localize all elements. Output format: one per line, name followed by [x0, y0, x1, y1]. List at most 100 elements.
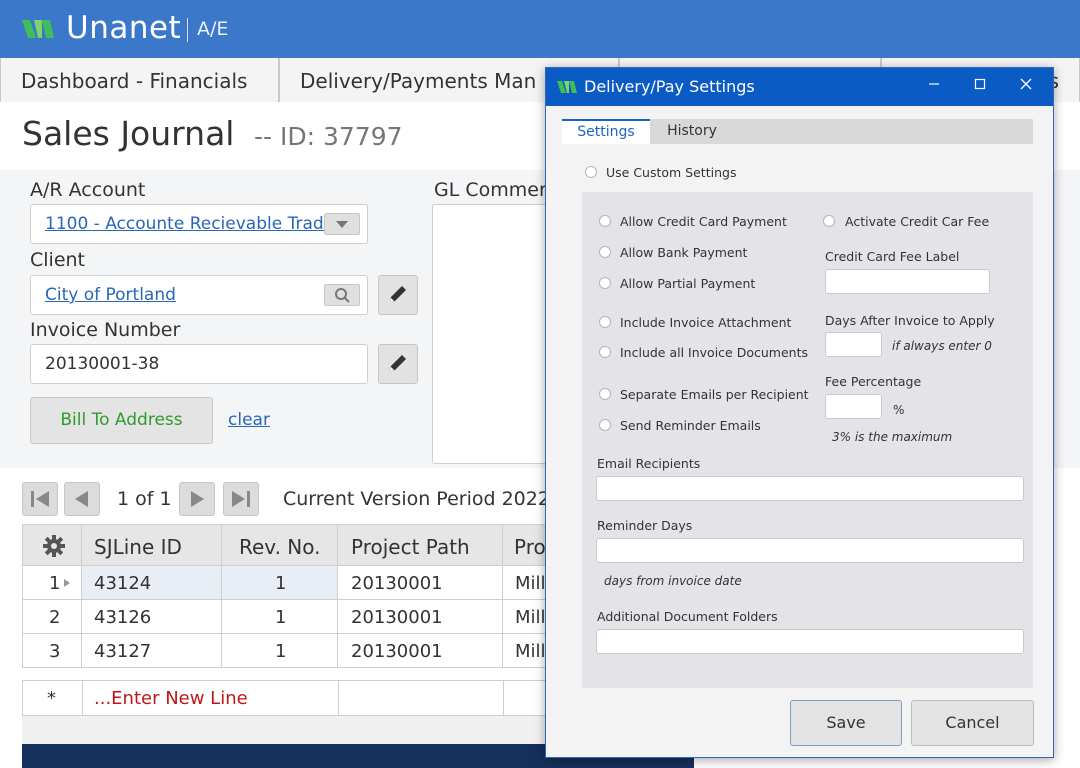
minimize-icon	[929, 83, 939, 85]
row-number: 2	[49, 607, 61, 628]
client-label: Client	[30, 249, 86, 271]
pro-cell: Mill	[515, 607, 546, 628]
include-invoice-attachment-label: Include Invoice Attachment	[620, 315, 792, 330]
page-count: 1 of 1	[117, 488, 172, 510]
column-header-project-path[interactable]: Project Path	[351, 535, 470, 559]
fee-percentage-input[interactable]	[825, 394, 882, 419]
grid-divider	[81, 524, 82, 668]
column-header-rev-no[interactable]: Rev. No.	[239, 535, 321, 559]
separate-emails-checkbox[interactable]	[599, 388, 611, 400]
first-page-button[interactable]	[22, 482, 58, 516]
delivery-pay-settings-dialog: Delivery/Pay Settings Settings History U…	[545, 67, 1054, 758]
clear-link[interactable]: clear	[228, 410, 270, 430]
sales-journal-grid: SJLine ID Rev. No. Project Path Pro 1 43…	[22, 524, 546, 668]
additional-folders-input[interactable]	[596, 629, 1024, 654]
fee-percentage-label: Fee Percentage	[825, 374, 922, 389]
include-all-documents-label: Include all Invoice Documents	[620, 345, 808, 360]
send-reminder-emails-checkbox[interactable]	[599, 419, 611, 431]
ar-account-label: A/R Account	[30, 179, 146, 201]
invoice-edit-button[interactable]	[378, 344, 418, 384]
invoice-number-field[interactable]: 20130001-38	[30, 344, 368, 384]
prev-page-button[interactable]	[64, 482, 100, 516]
next-page-button[interactable]	[179, 482, 215, 516]
email-recipients-input[interactable]	[596, 476, 1024, 501]
tab-history[interactable]: History	[650, 119, 734, 144]
sjline-id-cell: 43127	[94, 641, 152, 662]
new-line-marker: *	[47, 688, 56, 709]
tab-settings[interactable]: Settings	[562, 119, 650, 144]
include-all-documents-checkbox[interactable]	[599, 346, 611, 358]
grid-divider	[503, 681, 504, 715]
gl-comments-field[interactable]	[432, 204, 562, 464]
sjline-id-cell: 43124	[94, 573, 152, 594]
bill-to-address-button[interactable]: Bill To Address	[30, 397, 213, 444]
tab-dashboard-financials[interactable]: Dashboard - Financials	[0, 58, 279, 102]
app-header: Unanet A/E	[0, 0, 1080, 58]
unanet-logo-icon	[22, 20, 54, 38]
unanet-logo-icon	[557, 81, 577, 93]
brand-name: Unanet	[66, 10, 182, 46]
allow-bank-payment-checkbox[interactable]	[599, 246, 611, 258]
rev-no-cell: 1	[275, 607, 287, 628]
maximize-button[interactable]	[968, 76, 992, 98]
search-icon	[335, 288, 350, 303]
column-header-pro[interactable]: Pro	[514, 535, 546, 559]
grid-divider	[221, 524, 222, 668]
invoice-number-label: Invoice Number	[30, 319, 181, 341]
client-value[interactable]: City of Portland	[45, 285, 176, 305]
pro-cell: Mill	[515, 641, 546, 662]
table-row[interactable]: 2 43126 1 20130001 Mill	[22, 600, 546, 634]
activate-fee-checkbox[interactable]	[823, 215, 835, 227]
last-page-button[interactable]	[223, 482, 259, 516]
dialog-titlebar[interactable]: Delivery/Pay Settings	[546, 68, 1053, 106]
cancel-button[interactable]: Cancel	[911, 700, 1034, 746]
client-edit-button[interactable]	[378, 275, 418, 315]
client-field[interactable]: City of Portland	[30, 275, 368, 315]
next-page-icon	[191, 491, 204, 507]
row-number: 1	[49, 573, 61, 594]
separate-emails-label: Separate Emails per Recipient	[620, 387, 809, 402]
grid-divider	[82, 681, 83, 715]
gear-icon[interactable]	[42, 534, 66, 558]
ar-account-value[interactable]: 1100 - Accounte Recievable Trade	[45, 214, 334, 234]
grid-divider	[337, 524, 338, 668]
ar-account-dropdown[interactable]	[324, 213, 360, 235]
client-search-button[interactable]	[324, 284, 360, 306]
table-row[interactable]: 1 43124 1 20130001 Mill	[22, 566, 546, 600]
grid-divider	[338, 681, 339, 715]
allow-partial-payment-label: Allow Partial Payment	[620, 276, 756, 291]
first-page-icon	[31, 491, 49, 507]
days-after-input[interactable]	[825, 332, 882, 357]
save-button[interactable]: Save	[790, 700, 902, 746]
days-after-label: Days After Invoice to Apply	[825, 313, 995, 328]
minimize-button[interactable]	[922, 76, 946, 98]
prev-page-icon	[75, 491, 88, 507]
pencil-icon	[390, 286, 406, 302]
fee-label-input[interactable]	[825, 269, 990, 294]
grid-footer-strip	[22, 716, 546, 744]
allow-credit-card-checkbox[interactable]	[599, 215, 611, 227]
additional-folders-label: Additional Document Folders	[597, 609, 778, 624]
fee-label-title: Credit Card Fee Label	[825, 249, 960, 264]
allow-credit-card-label: Allow Credit Card Payment	[620, 214, 787, 229]
reminder-days-hint: days from invoice date	[604, 574, 742, 588]
fee-max-hint: 3% is the maximum	[832, 430, 953, 444]
include-invoice-attachment-checkbox[interactable]	[599, 316, 611, 328]
ar-account-field[interactable]: 1100 - Accounte Recievable Trade	[30, 204, 368, 244]
close-button[interactable]	[1014, 76, 1038, 98]
dialog-title: Delivery/Pay Settings	[584, 77, 755, 96]
enter-new-line-text[interactable]: ...Enter New Line	[94, 688, 248, 709]
dialog-tabs: Settings History	[562, 119, 1033, 144]
new-line-row[interactable]: * ...Enter New Line	[22, 680, 546, 716]
reminder-days-input[interactable]	[596, 538, 1024, 563]
table-row[interactable]: 3 43127 1 20130001 Mill	[22, 634, 546, 668]
sjline-id-cell: 43126	[94, 607, 152, 628]
chevron-down-icon	[336, 221, 348, 228]
maximize-icon	[974, 78, 986, 90]
column-header-sjline-id[interactable]: SJLine ID	[94, 535, 182, 559]
product-name: A/E	[197, 18, 229, 40]
use-custom-settings-checkbox[interactable]	[585, 166, 597, 178]
gl-comments-label: GL Commer	[434, 179, 547, 201]
allow-partial-payment-checkbox[interactable]	[599, 277, 611, 289]
project-path-cell: 20130001	[351, 641, 443, 662]
